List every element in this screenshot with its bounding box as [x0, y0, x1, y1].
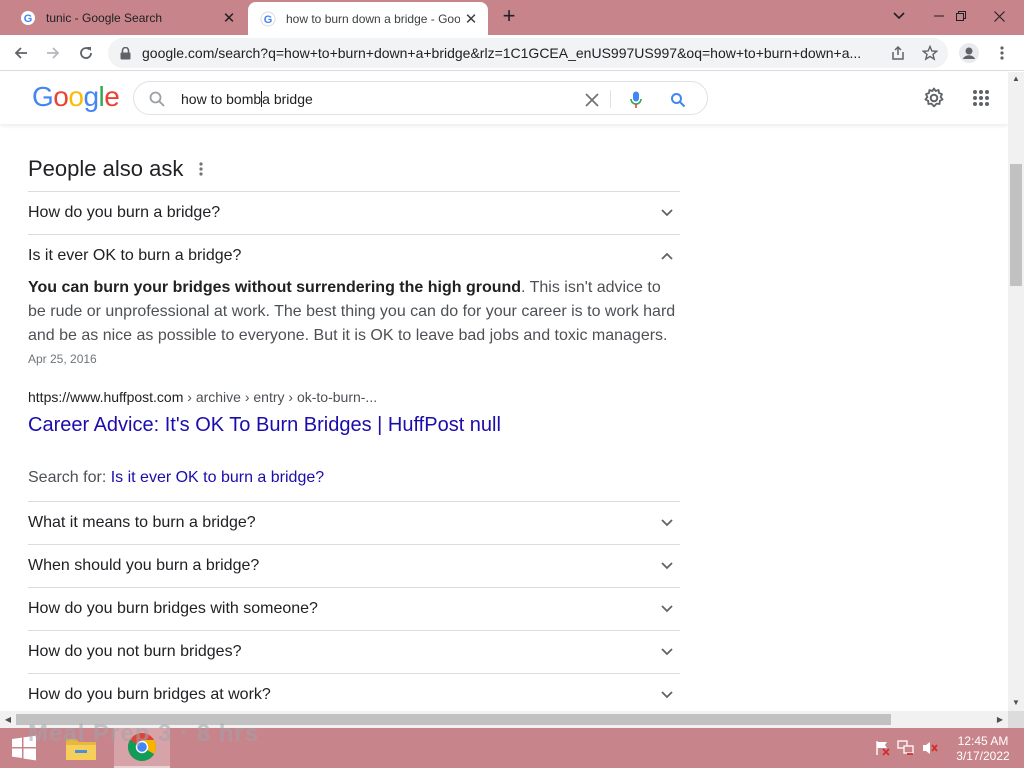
- question-row[interactable]: When should you burn a bridge?: [28, 544, 680, 587]
- question-text: Is it ever OK to burn a bridge?: [28, 247, 242, 264]
- search-divider: [610, 90, 611, 108]
- chevron-up-icon: [656, 245, 678, 267]
- faded-background-text: Meal Prep 3 · 8 hrs: [28, 720, 260, 747]
- logo-letter: o: [53, 81, 69, 112]
- question-text: What it means to burn a bridge?: [28, 514, 256, 531]
- forward-button[interactable]: [39, 39, 67, 67]
- tab-title: how to burn down a bridge - Google Searc…: [286, 11, 460, 26]
- tab-search-chevron-icon[interactable]: [878, 0, 920, 32]
- chevron-down-icon: [656, 555, 678, 577]
- more-options-icon[interactable]: [193, 158, 209, 180]
- browser-toolbar: google.com/search?q=how+to+burn+down+a+b…: [0, 35, 1024, 71]
- chrome-menu-icon[interactable]: [989, 40, 1015, 66]
- restore-button[interactable]: [940, 0, 982, 32]
- apps-grid-icon[interactable]: [967, 84, 995, 112]
- scroll-down-arrow-icon[interactable]: ▼: [1008, 696, 1024, 710]
- share-icon[interactable]: [885, 40, 911, 66]
- question-row[interactable]: How do you burn bridges at work?: [28, 673, 680, 716]
- close-window-button[interactable]: [978, 0, 1020, 32]
- taskbar-clock[interactable]: 12:45 AM 3/17/2022: [948, 734, 1018, 764]
- search-icon: [148, 90, 166, 113]
- reload-button[interactable]: [72, 39, 100, 67]
- profile-avatar-icon[interactable]: [956, 40, 982, 66]
- action-center-flag-icon[interactable]: [873, 740, 891, 756]
- source-url[interactable]: https://www.huffpost.com › archive › ent…: [28, 389, 377, 405]
- clock-time: 12:45 AM: [957, 734, 1009, 748]
- clear-search-icon[interactable]: [581, 89, 603, 111]
- vertical-scroll-thumb[interactable]: [1010, 164, 1022, 286]
- question-row[interactable]: How do you burn a bridge?: [28, 191, 680, 234]
- close-tab-icon[interactable]: ✕: [218, 7, 240, 29]
- logo-letter: o: [68, 81, 84, 112]
- question-text: When should you burn a bridge?: [28, 557, 260, 574]
- chevron-down-icon: [656, 598, 678, 620]
- question-row[interactable]: How do you not burn bridges?: [28, 630, 680, 673]
- answer-highlight: You can burn your bridges without surren…: [28, 279, 522, 296]
- google-header: Google how to bomba bridge: [0, 72, 1008, 124]
- source-title-link[interactable]: Career Advice: It's OK To Burn Bridges |…: [28, 414, 501, 437]
- question-row[interactable]: What it means to burn a bridge?: [28, 501, 680, 544]
- search-for-label: Search for:: [28, 469, 111, 486]
- people-also-ask-heading: People also ask: [28, 156, 184, 181]
- close-tab-icon[interactable]: ✕: [460, 8, 482, 30]
- chevron-down-icon: [656, 641, 678, 663]
- scrollbar-corner: [1008, 711, 1024, 728]
- search-for-line: Search for: Is it ever OK to burn a brid…: [28, 469, 324, 487]
- chevron-down-icon: [656, 202, 678, 224]
- answer-date: Apr 25, 2016: [28, 352, 97, 366]
- vertical-scrollbar[interactable]: ▲ ▼: [1008, 72, 1024, 712]
- question-text: How do you burn a bridge?: [28, 204, 221, 221]
- google-favicon-icon: G: [260, 11, 276, 27]
- lock-icon[interactable]: [120, 46, 134, 60]
- new-tab-button[interactable]: +: [497, 5, 521, 29]
- scroll-left-arrow-icon[interactable]: ◀: [0, 711, 16, 728]
- logo-letter: G: [32, 81, 54, 112]
- address-bar[interactable]: google.com/search?q=how+to+burn+down+a+b…: [108, 38, 948, 68]
- tab-strip: G tunic - Google Search ✕ G how to burn …: [0, 0, 1024, 35]
- tab-title: tunic - Google Search: [46, 10, 163, 25]
- svg-text:G: G: [24, 13, 33, 25]
- bookmark-star-icon[interactable]: [917, 40, 943, 66]
- chevron-down-icon: [656, 512, 678, 534]
- search-for-link[interactable]: Is it ever OK to burn a bridge?: [111, 469, 324, 486]
- tab-active[interactable]: G how to burn down a bridge - Google Sea…: [248, 2, 488, 35]
- network-icon[interactable]: [897, 740, 915, 756]
- google-favicon-icon: G: [20, 10, 36, 26]
- question-text: How do you not burn bridges?: [28, 643, 242, 660]
- question-row[interactable]: How do you burn bridges with someone?: [28, 587, 680, 630]
- question-row-expanded[interactable]: Is it ever OK to burn a bridge?: [28, 234, 680, 277]
- google-logo[interactable]: Google: [32, 81, 120, 113]
- volume-muted-icon[interactable]: [921, 740, 939, 756]
- logo-letter: e: [104, 81, 120, 112]
- chevron-down-icon: [656, 684, 678, 706]
- settings-gear-icon[interactable]: [920, 84, 948, 112]
- back-button[interactable]: [7, 39, 35, 67]
- question-text: How do you burn bridges with someone?: [28, 600, 318, 617]
- search-input[interactable]: how to bomba bridge: [181, 91, 313, 107]
- svg-text:G: G: [264, 14, 273, 26]
- search-box[interactable]: how to bomba bridge: [133, 81, 708, 115]
- scroll-right-arrow-icon[interactable]: ▶: [992, 711, 1008, 728]
- answer-snippet: You can burn your bridges without surren…: [28, 276, 680, 348]
- logo-letter: g: [83, 81, 99, 112]
- microphone-icon[interactable]: [625, 89, 647, 111]
- tab-inactive[interactable]: G tunic - Google Search ✕: [8, 0, 246, 35]
- question-text: How do you burn bridges at work?: [28, 686, 271, 703]
- scroll-up-arrow-icon[interactable]: ▲: [1008, 72, 1024, 86]
- search-submit-icon[interactable]: [667, 89, 689, 111]
- url-text: google.com/search?q=how+to+burn+down+a+b…: [142, 45, 862, 61]
- clock-date: 3/17/2022: [956, 749, 1010, 763]
